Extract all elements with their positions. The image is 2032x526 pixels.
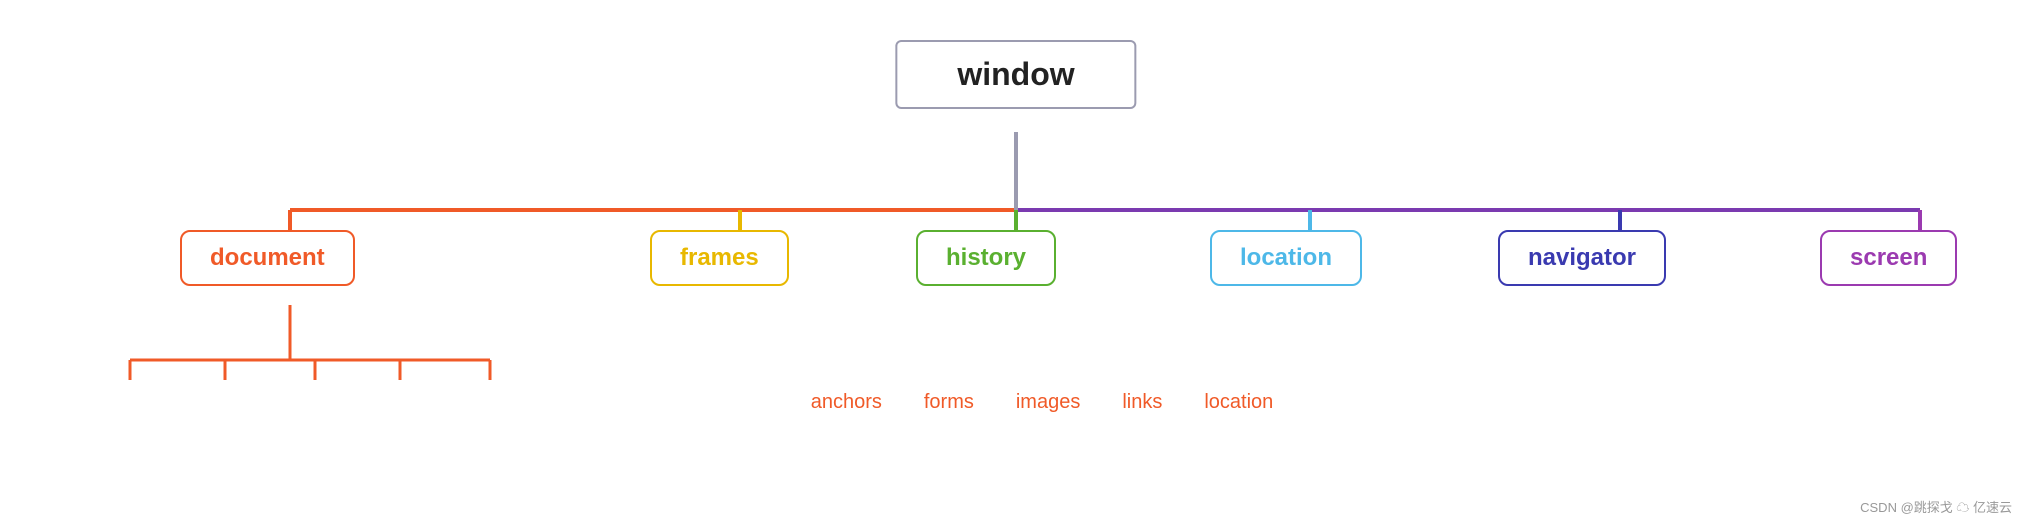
doc-child-images: images <box>1006 385 1090 420</box>
node-location-label: location <box>1240 244 1332 271</box>
watermark: CSDN @跳探戈 ☁ 亿速云 <box>1860 497 2012 516</box>
node-wrapper-location: location <box>1210 230 1362 286</box>
node-wrapper-screen: screen <box>1820 230 1957 286</box>
node-wrapper-history: history <box>916 230 1056 286</box>
doc-child-links: links <box>1112 385 1172 420</box>
node-document-label: document <box>210 244 325 271</box>
node-history: history <box>916 230 1056 286</box>
doc-child-anchors: anchors <box>801 385 892 420</box>
node-location: location <box>1210 230 1362 286</box>
node-screen: screen <box>1820 230 1957 286</box>
root-node: window <box>895 40 1136 109</box>
node-navigator-label: navigator <box>1528 244 1636 271</box>
node-wrapper-frames: frames <box>650 230 789 286</box>
node-frames-label: frames <box>680 244 759 271</box>
node-wrapper-document: document <box>180 230 355 286</box>
diagram-container: window document frames history location <box>0 0 2032 526</box>
node-screen-label: screen <box>1850 244 1927 271</box>
node-history-label: history <box>946 244 1026 271</box>
node-document: document <box>180 230 355 286</box>
node-frames: frames <box>650 230 789 286</box>
node-navigator: navigator <box>1498 230 1666 286</box>
doc-child-location: location <box>1194 385 1283 420</box>
root-label: window <box>957 56 1074 92</box>
doc-child-forms: forms <box>914 385 984 420</box>
doc-children-row: anchors forms images links location <box>749 385 1284 420</box>
node-wrapper-navigator: navigator <box>1498 230 1666 286</box>
watermark-text: CSDN @跳探戈 ☁ 亿速云 <box>1860 500 2012 515</box>
